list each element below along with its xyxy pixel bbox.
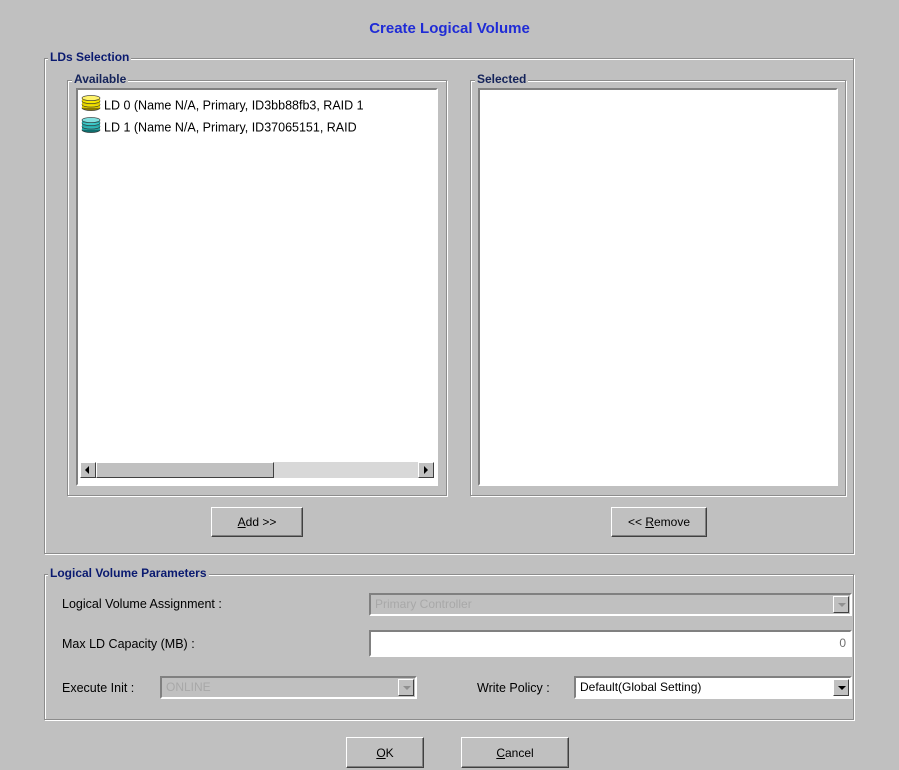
execute-init-value: ONLINE xyxy=(166,680,211,694)
add-button-label: dd >> xyxy=(245,515,277,529)
execute-init-label: Execute Init : xyxy=(62,681,135,695)
write-policy-select[interactable]: Default(Global Setting) xyxy=(574,676,852,699)
scroll-left-button[interactable] xyxy=(80,462,96,478)
ok-button-mnemonic: O xyxy=(376,746,386,760)
execute-init-combo: ONLINE xyxy=(160,676,417,699)
ok-button-label: K xyxy=(385,746,394,760)
cancel-button-mnemonic: C xyxy=(496,746,505,760)
list-item[interactable]: LD 0 (Name N/A, Primary, ID3bb88fb3, RAI… xyxy=(81,95,364,115)
dialog-title: Create Logical Volume xyxy=(369,20,530,37)
capacity-label: Max LD Capacity (MB) : xyxy=(62,637,195,651)
assignment-value: Primary Controller xyxy=(375,597,472,611)
remove-button[interactable]: << Remove xyxy=(611,507,707,537)
list-item[interactable]: LD 1 (Name N/A, Primary, ID37065151, RAI… xyxy=(81,117,357,137)
available-legend: Available xyxy=(72,72,129,86)
remove-button-mnemonic: R xyxy=(645,515,654,529)
cancel-button-label: ancel xyxy=(504,746,534,760)
list-item-label: LD 0 (Name N/A, Primary, ID3bb88fb3, RAI… xyxy=(104,98,364,113)
ok-button[interactable]: OK xyxy=(346,737,424,768)
write-policy-dropdown-button[interactable] xyxy=(833,679,849,696)
chevron-down-icon xyxy=(838,603,846,607)
arrow-right-icon xyxy=(424,466,428,474)
scrollbar-thumb[interactable] xyxy=(96,462,274,478)
cancel-button[interactable]: Cancel xyxy=(461,737,569,768)
add-button-mnemonic: A xyxy=(237,515,246,529)
parameters-legend: Logical Volume Parameters xyxy=(48,566,209,580)
chevron-down-icon xyxy=(403,686,411,690)
assignment-dropdown-button xyxy=(833,596,849,613)
assignment-combo: Primary Controller xyxy=(369,593,852,616)
yellow-disk-stack-icon xyxy=(81,95,101,117)
selected-list[interactable] xyxy=(478,88,838,486)
chevron-down-icon xyxy=(838,686,846,690)
remove-button-label: emove xyxy=(654,515,691,529)
arrow-left-icon xyxy=(85,466,89,474)
available-horizontal-scrollbar[interactable] xyxy=(80,462,434,478)
write-policy-value: Default(Global Setting) xyxy=(580,680,702,694)
assignment-label: Logical Volume Assignment : xyxy=(62,597,222,611)
list-item-label: LD 1 (Name N/A, Primary, ID37065151, RAI… xyxy=(104,120,357,135)
available-list[interactable]: LD 0 (Name N/A, Primary, ID3bb88fb3, RAI… xyxy=(76,88,438,486)
lds-selection-legend: LDs Selection xyxy=(48,50,132,64)
selected-legend: Selected xyxy=(475,72,529,86)
capacity-value: 0 xyxy=(839,636,846,650)
execute-init-dropdown-button xyxy=(398,679,414,696)
add-button[interactable]: Add >> xyxy=(211,507,303,537)
remove-button-prefix: << xyxy=(627,515,646,529)
write-policy-label: Write Policy : xyxy=(477,681,550,695)
scroll-right-button[interactable] xyxy=(418,462,434,478)
cyan-disk-stack-icon xyxy=(81,117,101,139)
capacity-input[interactable]: 0 xyxy=(369,630,852,657)
